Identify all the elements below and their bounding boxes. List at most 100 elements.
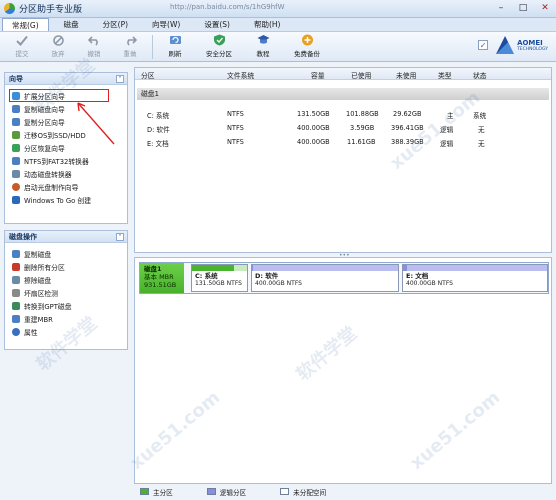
free-backup-button[interactable]: 免费备份	[281, 32, 333, 60]
cell-capacity: 400.00GB	[297, 138, 330, 146]
cell-used: 3.59GB	[350, 124, 375, 132]
partition-table: 分区 文件系统 容量 已使用 未使用 类型 状态 磁盘1 C: 系统 NTFS …	[134, 67, 552, 253]
collapse-icon[interactable]: ˄	[116, 75, 124, 83]
tutorial-button[interactable]: 教程	[245, 32, 281, 60]
refresh-button[interactable]: 刷新	[157, 32, 193, 60]
column-header[interactable]: 分区	[141, 70, 155, 80]
column-header[interactable]: 文件系统	[227, 70, 254, 80]
disk-op-delete-all-partitions[interactable]: 删除所有分区	[5, 260, 127, 273]
bootable-disc-icon	[12, 182, 20, 191]
disk-ops-panel: 磁盘操作 ˄ 复制磁盘 删除所有分区 擦除磁盘 坏扇区检测 转换到GPT磁盘 重…	[4, 230, 128, 350]
wizard-item-partition-recovery[interactable]: 分区恢复向导	[5, 141, 127, 154]
aomei-logo-icon	[496, 36, 515, 54]
safe-partition-button[interactable]: 安全分区	[193, 32, 245, 60]
legend-unallocated: 未分配空间	[280, 487, 326, 497]
legend-swatch	[140, 488, 149, 495]
menu-settings[interactable]: 设置(S)	[195, 18, 239, 31]
collapse-icon[interactable]: ˄	[116, 233, 124, 241]
menu-general[interactable]: 常规(G)	[2, 18, 49, 31]
column-header[interactable]: 容量	[311, 70, 325, 80]
cell-fs: NTFS	[227, 110, 244, 118]
usage-bar	[192, 265, 247, 271]
partition-block-d[interactable]: D: 软件 400.00GB NTFS	[251, 264, 399, 292]
wizard-item-label: NTFS到FAT32转换器	[24, 157, 89, 166]
wizard-item-dynamic-disk[interactable]: 动态磁盘转换器	[5, 167, 127, 180]
redo-icon	[123, 34, 137, 46]
table-row[interactable]: D: 软件 NTFS 400.00GB 3.59GB 396.41GB 逻辑 无	[135, 124, 551, 136]
column-header[interactable]: 未使用	[396, 70, 416, 80]
menu-partition[interactable]: 分区(P)	[94, 18, 137, 31]
disk-op-wipe-disk[interactable]: 擦除磁盘	[5, 273, 127, 286]
wizard-item-windows-to-go[interactable]: Windows To Go 创建	[5, 193, 127, 206]
cell-status: 无	[478, 140, 485, 148]
title-bar: 分区助手专业版 http://pan.baidu.com/s/1hG9hfW –…	[0, 0, 556, 18]
copy-partition-icon	[12, 117, 20, 126]
commit-label: 提交	[15, 50, 29, 58]
disk-op-bad-sector-check[interactable]: 坏扇区检测	[5, 286, 127, 299]
safe-partition-label: 安全分区	[206, 50, 232, 58]
disk-op-convert-gpt[interactable]: 转换到GPT磁盘	[5, 299, 127, 312]
brand-text: AOMEI TECHNOLOGY	[517, 39, 548, 52]
cell-partition: E: 文档	[147, 140, 169, 148]
ntfs-fat32-icon	[12, 156, 20, 165]
disk-type: 基本 MBR	[144, 273, 174, 281]
cell-capacity: 400.00GB	[297, 124, 330, 132]
cell-used: 101.88GB	[346, 110, 379, 118]
usage-bar	[252, 265, 398, 271]
commit-button[interactable]: 提交	[4, 32, 40, 60]
partition-recovery-icon	[12, 143, 20, 152]
partition-block-e[interactable]: E: 文档 400.00GB NTFS	[402, 264, 548, 292]
undo-icon	[87, 34, 101, 46]
partition-name: E: 文档	[406, 272, 429, 280]
column-header[interactable]: 已使用	[351, 70, 371, 80]
wizard-panel-header: 向导 ˄	[5, 73, 127, 85]
wizard-item-bootable-disc[interactable]: 启动光盘制作向导	[5, 180, 127, 193]
wizard-item-copy-disk[interactable]: 复制磁盘向导	[5, 102, 127, 115]
cell-type: 逻辑	[440, 140, 454, 148]
partition-block-c[interactable]: C: 系统 131.50GB NTFS	[191, 264, 248, 292]
undo-button[interactable]: 撤销	[76, 32, 112, 60]
copy-disk-icon	[12, 104, 20, 113]
partition-info: 131.50GB NTFS	[195, 280, 242, 287]
wizard-item-copy-partition[interactable]: 复制分区向导	[5, 115, 127, 128]
extend-partition-icon	[12, 91, 20, 100]
table-header: 分区 文件系统 容量 已使用 未使用 类型 状态	[135, 68, 551, 80]
wizard-item-ntfs-fat32[interactable]: NTFS到FAT32转换器	[5, 154, 127, 167]
wizard-item-label: 动态磁盘转换器	[24, 170, 72, 179]
wizard-panel: 向导 ˄ 扩展分区向导 复制磁盘向导 复制分区向导 迁移OS到SSD/HDD 分…	[4, 72, 128, 224]
cell-free: 388.39GB	[391, 138, 424, 146]
maximize-icon[interactable]: □	[512, 0, 534, 16]
cell-partition: D: 软件	[147, 126, 170, 134]
tutorial-label: 教程	[256, 50, 270, 58]
cell-status: 系统	[473, 112, 487, 120]
partition-info: 400.00GB NTFS	[406, 280, 453, 287]
menu-disk[interactable]: 磁盘	[55, 18, 88, 31]
column-header[interactable]: 状态	[473, 70, 487, 80]
partition-name: D: 软件	[255, 272, 279, 280]
disk-op-label: 删除所有分区	[24, 263, 65, 272]
discard-button[interactable]: 放弃	[40, 32, 76, 60]
redo-button[interactable]: 重做	[112, 32, 148, 60]
menu-wizard[interactable]: 向导(W)	[143, 18, 189, 31]
check-box-icon[interactable]: ✓	[478, 40, 489, 50]
disk-op-properties[interactable]: 属性	[5, 325, 127, 338]
disk-map-row[interactable]: 磁盘1 基本 MBR 931.51GB C: 系统 131.50GB NTFS …	[139, 262, 549, 294]
disk-label-block[interactable]: 磁盘1 基本 MBR 931.51GB	[140, 263, 184, 293]
disk-op-rebuild-mbr[interactable]: 重建MBR	[5, 312, 127, 325]
minimize-icon[interactable]: –	[490, 0, 512, 16]
discard-label: 放弃	[51, 50, 65, 58]
column-header[interactable]: 类型	[438, 70, 452, 80]
wizard-panel-title: 向导	[9, 74, 23, 83]
wizard-item-extend-partition[interactable]: 扩展分区向导	[9, 89, 109, 102]
table-row[interactable]: C: 系统 NTFS 131.50GB 101.88GB 29.62GB 主 系…	[135, 110, 551, 122]
legend-primary: 主分区	[140, 487, 173, 497]
windows-to-go-icon	[12, 195, 20, 204]
wizard-item-migrate-os[interactable]: 迁移OS到SSD/HDD	[5, 128, 127, 141]
table-row[interactable]: E: 文档 NTFS 400.00GB 11.61GB 388.39GB 逻辑 …	[135, 138, 551, 150]
disk-row[interactable]: 磁盘1	[137, 88, 549, 100]
disk-op-copy-disk[interactable]: 复制磁盘	[5, 247, 127, 260]
copy-disk-icon	[12, 249, 20, 258]
close-icon[interactable]: ✕	[534, 0, 556, 16]
toolbar: 提交 放弃 撤销 重做 刷新 安全分区 教程 免费备份 ✓ AOMEI TECH…	[0, 32, 556, 62]
menu-help[interactable]: 帮助(H)	[245, 18, 290, 31]
